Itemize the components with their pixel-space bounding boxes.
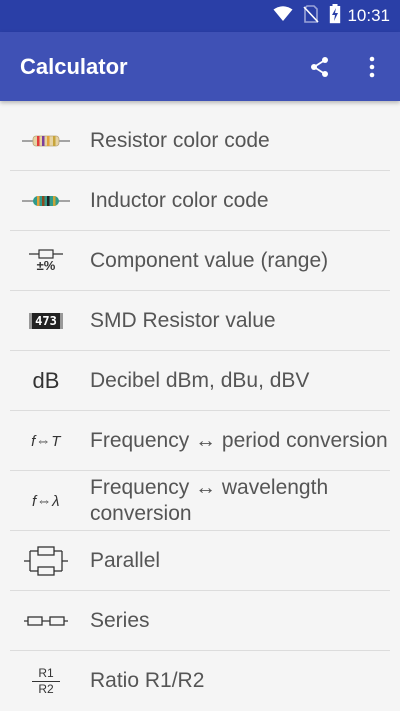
list-item-label: Component value (range) [90,249,329,272]
list-item-label: Frequency ↔ period conversion [90,429,388,452]
series-icon [22,601,70,641]
share-icon [311,56,328,77]
app-bar: Calculator [0,32,400,101]
list-item-inductor-color-code[interactable]: Inductor color code [0,171,400,231]
list-item-label: Inductor color code [90,189,269,212]
decibel-icon-text: dB [32,368,60,393]
wifi-icon [273,6,293,26]
list-item-ratio[interactable]: R1 R2 Ratio R1/R2 [0,651,400,711]
list-item-component-value-range[interactable]: ±% Component value (range) [0,231,400,291]
component-range-icon-text: ±% [36,258,56,273]
more-options-button[interactable] [352,47,392,87]
list-item-label: Ratio R1/R2 [90,669,205,692]
status-bar: 10:31 [0,0,400,32]
list-item-decibel[interactable]: dB Decibel dBm, dBu, dBV [0,351,400,411]
list-item-label: Resistor color code [90,129,270,152]
freq-period-icon-text: f⇔T [31,432,61,450]
list-item-parallel[interactable]: Parallel [0,531,400,591]
status-time: 10:31 [347,6,390,25]
battery-charging-icon [329,4,341,28]
no-sim-icon [303,5,320,27]
app-title: Calculator [20,53,128,79]
calculator-list: Resistor color code Inductor color code … [0,111,400,711]
list-item-label: Frequency ↔ wavelength conversion [90,476,329,525]
share-button[interactable] [300,47,340,87]
list-item-frequency-period[interactable]: f⇔T Frequency ↔ period conversion [0,411,400,471]
list-item-resistor-color-code[interactable]: Resistor color code [0,111,400,171]
smd-chip-text: 473 [29,313,63,329]
list-item-series[interactable]: Series [0,591,400,651]
freq-wavelength-icon-text: f⇔λ [31,492,61,510]
inductor-icon [22,181,70,221]
component-range-icon: ±% [22,241,70,281]
ratio-icon: R1 R2 [22,661,70,701]
ratio-numerator: R1 [38,665,54,680]
smd-resistor-icon: 473 [22,301,70,341]
freq-wavelength-icon: f⇔λ [22,481,70,521]
status-icons [273,4,341,28]
list-item-label: Parallel [90,549,161,572]
list-item-frequency-wavelength[interactable]: f⇔λ Frequency ↔ wavelength conversion [0,471,400,531]
resistor-icon [22,121,70,161]
more-vert-icon [369,56,375,77]
decibel-icon: dB [22,361,70,401]
list-item-label: Series [90,609,150,632]
list-item-smd-resistor-value[interactable]: 473 SMD Resistor value [0,291,400,351]
list-item-label: SMD Resistor value [90,309,276,332]
parallel-icon [22,541,70,581]
ratio-denominator: R2 [38,681,54,696]
list-item-label: Decibel dBm, dBu, dBV [90,369,310,392]
freq-period-icon: f⇔T [22,421,70,461]
